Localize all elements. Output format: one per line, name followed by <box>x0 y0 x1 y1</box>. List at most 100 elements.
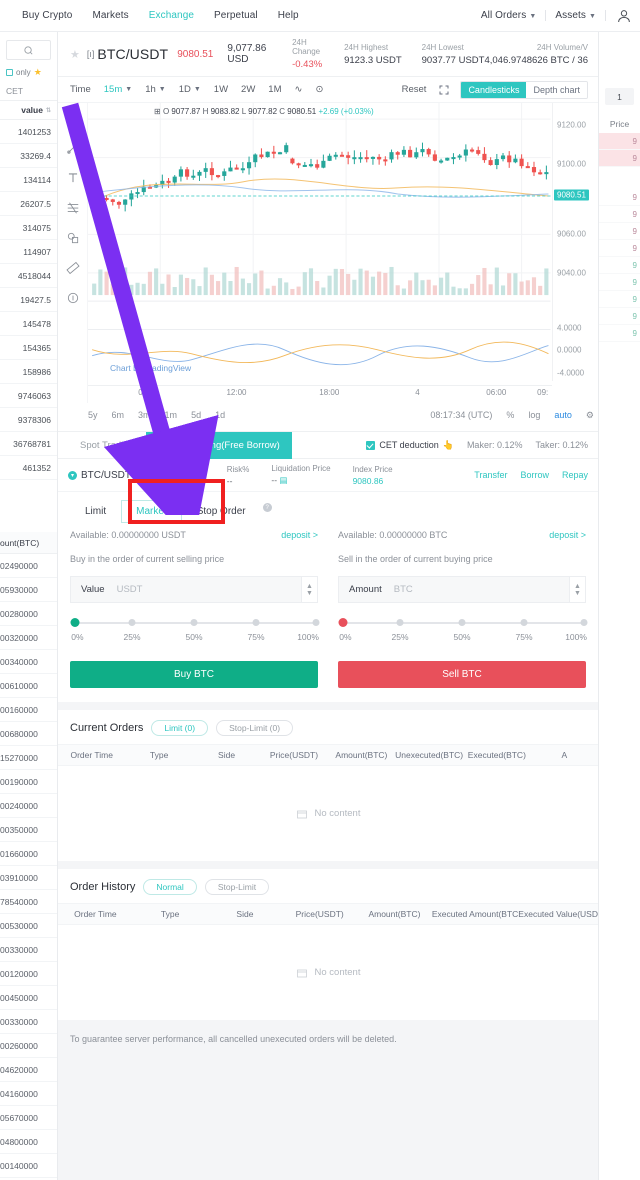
orderbook-row[interactable]: 9 <box>599 308 640 325</box>
log-scale-toggle[interactable]: log <box>528 410 540 420</box>
order-history-pill-normal[interactable]: Normal <box>143 879 197 895</box>
amount-row[interactable]: 03910000 <box>0 866 57 890</box>
market-value-row[interactable]: 33269.4 <box>0 144 57 168</box>
amount-row[interactable]: 15270000 <box>0 746 57 770</box>
slider-mark-75[interactable] <box>520 619 528 626</box>
order-type-stop[interactable]: Stop Order <box>182 500 261 523</box>
chart-interval-15m[interactable]: 15m ▼ <box>104 84 132 95</box>
transfer-link[interactable]: Transfer <box>474 470 507 480</box>
current-orders-pill-limit[interactable]: Limit (0) <box>151 720 209 736</box>
magnet-icon[interactable] <box>66 291 80 305</box>
current-orders-pill-stop-limit[interactable]: Stop-Limit (0) <box>216 720 294 736</box>
calc-icon[interactable]: ▤ <box>279 475 287 485</box>
nav-item-exchange[interactable]: Exchange <box>139 10 204 21</box>
slider-mark-25[interactable] <box>128 619 136 626</box>
slider-mark-25[interactable] <box>396 619 404 626</box>
orderbook-row[interactable]: 9 <box>599 189 640 206</box>
range-5y[interactable]: 5y <box>88 410 98 420</box>
slider-handle[interactable] <box>70 618 80 627</box>
market-list-sidebar[interactable]: only ★ CET value ⇅ 1401253 33269.4 134114 2… <box>0 32 58 1180</box>
sell-percent-slider[interactable] <box>338 618 588 627</box>
amount-row[interactable]: 00340000 <box>0 650 57 674</box>
range-1m[interactable]: 1m <box>165 410 178 420</box>
orderbook-sidebar[interactable]: 1 Price 99999999999 <box>598 32 640 1180</box>
circle-icon[interactable]: ⊙ <box>315 84 323 95</box>
favorites-only-toggle[interactable]: only ★ <box>0 64 57 81</box>
chart-interval-1w[interactable]: 1W <box>214 84 228 95</box>
orderbook-row[interactable]: 9 <box>599 240 640 257</box>
shapes-icon[interactable] <box>66 231 80 245</box>
chart-view-depth[interactable]: Depth chart <box>526 81 587 98</box>
repay-link[interactable]: Repay <box>562 470 588 480</box>
market-value-row[interactable]: 158986 <box>0 360 57 384</box>
fullscreen-icon[interactable] <box>438 84 450 96</box>
market-tab-cet[interactable]: CET <box>0 81 57 101</box>
nav-item-help[interactable]: Help <box>268 10 309 21</box>
market-value-row[interactable]: 4518044 <box>0 264 57 288</box>
tab-margin-trading[interactable]: Margin Trading(Free Borrow) <box>145 431 292 459</box>
crosshair-icon[interactable] <box>66 111 80 125</box>
buy-value-input[interactable]: Value USDT ▲ ▼ <box>70 576 318 603</box>
slider-handle[interactable] <box>338 618 348 627</box>
buy-percent-slider[interactable] <box>70 618 320 627</box>
cet-deduction-toggle[interactable]: CET deduction 👆 <box>366 440 454 451</box>
amount-row[interactable]: 00330000 <box>0 1010 57 1034</box>
slider-mark-50[interactable] <box>458 619 466 626</box>
market-value-row[interactable]: 145478 <box>0 312 57 336</box>
wave-icon[interactable]: ∿ <box>295 84 303 95</box>
amount-row[interactable]: 00330000 <box>0 938 57 962</box>
market-value-row[interactable]: 9378306 <box>0 408 57 432</box>
chart-interval-1h[interactable]: 1h ▼ <box>145 84 166 95</box>
chart-view-toggle[interactable]: Candlesticks Depth chart <box>460 80 588 99</box>
nav-item-perpetual[interactable]: Perpetual <box>204 10 268 21</box>
gear-icon[interactable]: ⚙ <box>586 410 594 421</box>
sell-stepper[interactable]: ▲ ▼ <box>569 577 585 602</box>
market-value-row[interactable]: 19427.5 <box>0 288 57 312</box>
buy-stepper[interactable]: ▲ ▼ <box>301 577 317 602</box>
orderbook-row[interactable]: 9 <box>599 223 640 240</box>
buy-deposit-link[interactable]: deposit > <box>281 530 318 540</box>
orderbook-row[interactable]: 9 <box>599 291 640 308</box>
orderbook-row[interactable]: 9 <box>599 150 640 167</box>
buy-button[interactable]: Buy BTC <box>70 661 318 688</box>
market-value-row[interactable]: 114907 <box>0 240 57 264</box>
range-3m[interactable]: 3m <box>138 410 151 420</box>
amount-row[interactable]: 00120000 <box>0 962 57 986</box>
range-6m[interactable]: 6m <box>112 410 125 420</box>
amount-row[interactable]: 01660000 <box>0 842 57 866</box>
amount-row[interactable]: 00610000 <box>0 674 57 698</box>
market-value-row[interactable]: 9746063 <box>0 384 57 408</box>
amount-row[interactable]: 04160000 <box>0 1082 57 1106</box>
chart-view-candlesticks[interactable]: Candlesticks <box>461 81 527 98</box>
orderbook-row[interactable]: 9 <box>599 274 640 291</box>
amount-row[interactable]: 00680000 <box>0 722 57 746</box>
orderbook-row[interactable]: 9 <box>599 325 640 342</box>
slider-mark-50[interactable] <box>190 619 198 626</box>
market-value-row[interactable]: 36768781 <box>0 432 57 456</box>
market-value-row[interactable]: 1401253 <box>0 120 57 144</box>
chart-interval-2w[interactable]: 2W <box>241 84 255 95</box>
amount-row[interactable]: 00240000 <box>0 794 57 818</box>
market-column-header[interactable]: value ⇅ <box>0 101 57 120</box>
borrow-link[interactable]: Borrow <box>520 470 549 480</box>
margin-account-pair[interactable]: ▾ BTC/USDT 5X <box>68 470 152 481</box>
amount-row[interactable]: 04620000 <box>0 1058 57 1082</box>
ticker-pair[interactable]: BTC/USDT <box>97 46 168 62</box>
chart-reset-button[interactable]: Reset <box>402 84 427 95</box>
amount-row[interactable]: 00280000 <box>0 602 57 626</box>
amount-row[interactable]: 00260000 <box>0 1034 57 1058</box>
fib-icon[interactable] <box>66 201 80 215</box>
nav-item-markets[interactable]: Markets <box>82 10 138 21</box>
question-icon[interactable]: ? <box>262 503 272 512</box>
market-value-row[interactable]: 461352 <box>0 456 57 480</box>
sell-deposit-link[interactable]: deposit > <box>549 530 586 540</box>
amount-row[interactable]: 00530000 <box>0 914 57 938</box>
range-1d[interactable]: 1d <box>215 410 225 420</box>
orderbook-row[interactable]: 9 <box>599 133 640 150</box>
order-type-market[interactable]: Market <box>121 500 182 523</box>
chart-drawing-tools[interactable] <box>58 103 88 403</box>
text-icon[interactable] <box>66 171 80 185</box>
market-value-row[interactable]: 134114 <box>0 168 57 192</box>
market-value-row[interactable]: 314075 <box>0 216 57 240</box>
user-icon[interactable] <box>616 8 632 24</box>
